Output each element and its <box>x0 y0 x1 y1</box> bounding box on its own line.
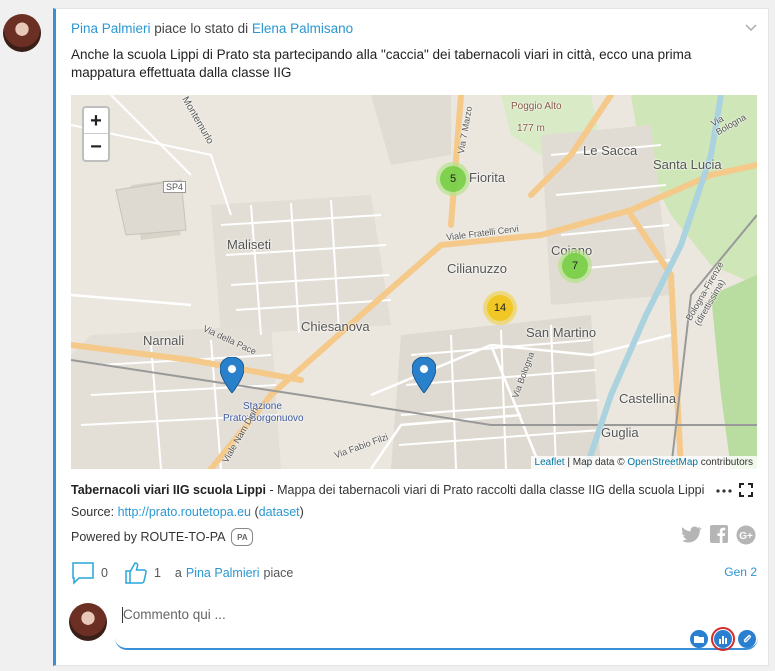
post-card: Pina Palmieri piace lo stato di Elena Pa… <box>53 8 769 666</box>
map-label: Chiesanova <box>301 319 370 334</box>
post-header: Pina Palmieri piace lo stato di Elena Pa… <box>71 21 353 36</box>
map-label: Le Sacca <box>583 143 638 158</box>
liked-by-link[interactable]: Pina Palmieri <box>186 566 260 580</box>
share-buttons: G+ <box>682 525 756 545</box>
powered-by: Powered by ROUTE-TO-PA PA <box>71 528 254 546</box>
cluster-count: 7 <box>562 253 588 279</box>
twitter-icon[interactable] <box>682 525 702 543</box>
map-label: Fiorita <box>469 170 506 185</box>
like-icon[interactable] <box>124 561 148 585</box>
map-label: Narnali <box>143 333 185 348</box>
likes-text: piace lo stato di <box>154 21 249 36</box>
author-name-link[interactable]: Elena Palmisano <box>252 21 353 36</box>
map-label: SP4 <box>163 181 187 193</box>
osm-link[interactable]: OpenStreetMap <box>627 457 698 468</box>
marker-cluster[interactable]: 5 <box>436 162 470 196</box>
liker-avatar[interactable] <box>3 14 41 52</box>
map-label: Maliseti <box>227 237 272 252</box>
map-label: Prato Borgonuovo <box>223 413 304 424</box>
zoom-control: + − <box>82 106 110 162</box>
leaflet-link[interactable]: Leaflet <box>535 457 565 468</box>
route-to-pa-logo: PA <box>231 528 254 546</box>
chart-button[interactable] <box>714 630 732 648</box>
map-caption: Tabernacoli viari IIG scuola Lippi - Map… <box>71 483 731 497</box>
zoom-out-button[interactable]: − <box>84 134 108 160</box>
marker-cluster[interactable]: 7 <box>558 249 592 283</box>
map-label: Cilianuzzo <box>447 261 507 276</box>
source-url-link[interactable]: http://prato.routetopa.eu <box>118 505 251 519</box>
powered-text: Powered by ROUTE-TO-PA <box>71 530 226 544</box>
facebook-icon[interactable] <box>710 525 728 543</box>
dataset-link[interactable]: dataset <box>259 505 300 519</box>
cluster-count: 5 <box>440 166 466 192</box>
folder-button[interactable] <box>690 630 708 648</box>
post-date[interactable]: Gen 2 <box>724 565 757 579</box>
chevron-down-icon[interactable] <box>744 21 758 35</box>
post-text: Anche la scuola Lippi di Prato sta parte… <box>71 47 692 80</box>
google-plus-icon[interactable]: G+ <box>736 525 756 545</box>
marker-cluster[interactable]: 14 <box>483 291 517 325</box>
attribution-contributors: contributors <box>700 457 753 468</box>
comment-input[interactable] <box>123 607 623 622</box>
comment-icon[interactable] <box>71 561 95 585</box>
caption-title: Tabernacoli viari IIG scuola Lippi <box>71 483 266 497</box>
zoom-in-button[interactable]: + <box>84 108 108 134</box>
map-pin-icon[interactable] <box>220 357 244 393</box>
map-label: Santa Lucia <box>653 157 722 172</box>
svg-text:G+: G+ <box>739 531 753 542</box>
paperclip-icon <box>743 634 751 643</box>
attribution-text: | Map data © <box>567 457 625 468</box>
map-attribution: Leaflet | Map data © OpenStreetMap contr… <box>530 456 757 469</box>
map-label: San Martino <box>526 325 597 340</box>
folder-icon <box>694 636 704 643</box>
liked-by-prefix: a <box>174 566 182 580</box>
more-icon[interactable] <box>716 487 732 495</box>
fullscreen-icon[interactable] <box>739 483 753 497</box>
source-line: Source: http://prato.routetopa.eu (datas… <box>71 505 304 519</box>
map-pin-icon[interactable] <box>412 357 436 393</box>
source-label: Source: <box>71 505 115 519</box>
map-label: Poggio Alto <box>511 101 562 112</box>
map-label: Guglia <box>601 425 639 440</box>
comment-box <box>115 600 758 651</box>
current-user-avatar <box>69 603 107 641</box>
caption-description: - Mappa dei tabernacoli viari di Prato r… <box>269 483 705 497</box>
liker-name-link[interactable]: Pina Palmieri <box>71 21 151 36</box>
liked-by-suffix: piace <box>263 566 294 580</box>
map-tiles <box>71 95 757 469</box>
map-widget[interactable]: Montemurlo Poggio Alto 177 m Via 7 Marzo… <box>71 95 757 469</box>
attach-button[interactable] <box>738 630 756 648</box>
map-label: 177 m <box>517 123 545 134</box>
map-label: Castellina <box>619 391 677 406</box>
likes-count: 1 <box>153 566 161 580</box>
bar-chart-icon <box>719 636 727 644</box>
post-actions: 0 1 a Pina Palmieri piace Gen 2 <box>71 560 757 586</box>
cluster-count: 14 <box>487 295 513 321</box>
comments-count: 0 <box>101 566 108 580</box>
